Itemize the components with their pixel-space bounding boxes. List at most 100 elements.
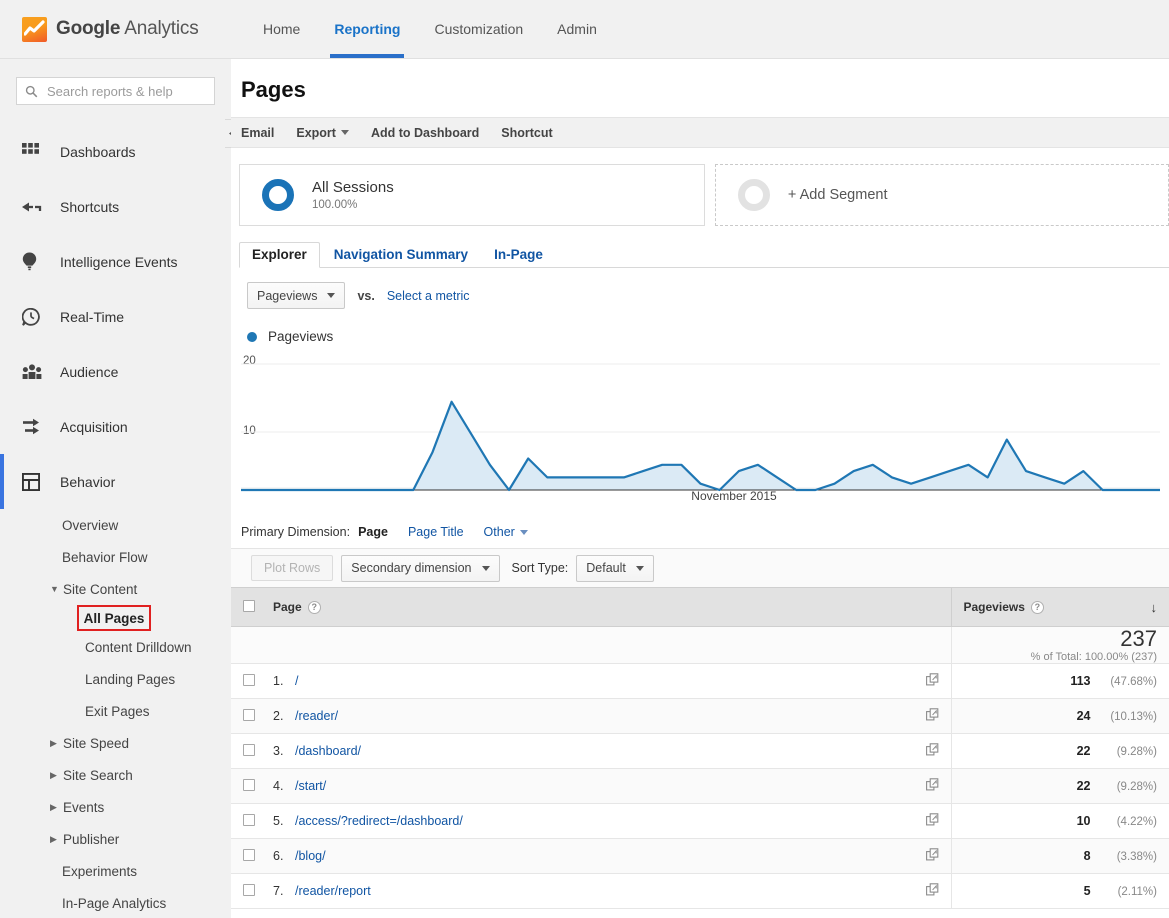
segment-name: All Sessions	[312, 179, 394, 196]
row-checkbox[interactable]	[243, 778, 255, 791]
app-shell: Dashboards Shortcuts	[0, 59, 1169, 918]
sidebar-subitem-label: Site Search	[63, 767, 133, 783]
sidebar-item-label: Behavior	[60, 473, 116, 490]
sidebar-item-exit-pages[interactable]: Exit Pages	[0, 695, 231, 727]
sidebar-subitem-label: In-Page Analytics	[62, 895, 167, 911]
brand-bold: Google	[56, 18, 121, 39]
sidebar-item-events[interactable]: ▶ Events	[0, 791, 231, 823]
table-row[interactable]: 6. /blog/ 8 (3.38%)	[231, 838, 1169, 875]
sidebar-item-overview[interactable]: Overview	[0, 509, 231, 541]
row-pageviews-percent: (47.68%)	[1110, 676, 1157, 689]
search-input[interactable]	[45, 82, 225, 100]
segment-all-sessions[interactable]: All Sessions 100.00%	[239, 164, 705, 226]
sidebar-item-content-drilldown[interactable]: Content Drilldown	[0, 631, 231, 663]
select-all-checkbox[interactable]	[243, 599, 255, 612]
column-header-pageviews[interactable]: Pageviews ? ↓	[950, 587, 1169, 627]
arrows-right-icon	[22, 418, 48, 435]
sidebar-item-publisher[interactable]: ▶ Publisher	[0, 823, 231, 855]
sidebar-item-site-speed[interactable]: ▶ Site Speed	[0, 727, 231, 759]
nav-reporting[interactable]: Reporting	[317, 0, 417, 58]
sidebar-item-dashboards[interactable]: Dashboards	[0, 124, 231, 179]
row-checkbox[interactable]	[243, 743, 255, 756]
row-page-link[interactable]: /reader/report	[295, 884, 371, 898]
tab-explorer[interactable]: Explorer	[239, 242, 320, 268]
help-icon[interactable]: ?	[307, 600, 321, 614]
pageviews-chart[interactable]: 20 10 November 2015	[231, 352, 1169, 507]
row-page-link[interactable]: /reader/	[295, 709, 338, 723]
open-in-new-window-icon[interactable]	[925, 813, 939, 829]
nav-home[interactable]: Home	[246, 0, 317, 58]
search-box[interactable]	[16, 77, 225, 105]
row-pageviews-value: 22	[1076, 744, 1091, 759]
brand-light: Analytics	[120, 18, 199, 39]
sidebar-item-experiments[interactable]: Experiments	[0, 855, 231, 887]
shortcut-button[interactable]: Shortcut	[501, 126, 552, 140]
open-in-new-window-icon[interactable]	[925, 848, 939, 864]
open-in-new-window-icon[interactable]	[925, 883, 939, 899]
sidebar-item-real-time[interactable]: Real-Time	[0, 289, 231, 344]
row-page-link[interactable]: /access/?redirect=/dashboard/	[295, 814, 463, 828]
open-in-new-window-icon[interactable]	[925, 673, 939, 689]
table-row[interactable]: 2. /reader/ 24 (10.13%)	[231, 698, 1169, 735]
secondary-dimension-select[interactable]: Secondary dimension	[341, 554, 500, 582]
sidebar-item-acquisition[interactable]: Acquisition	[0, 399, 231, 454]
sidebar-item-label: Shortcuts	[60, 198, 120, 215]
row-checkbox[interactable]	[243, 848, 255, 861]
nav-customization[interactable]: Customization	[417, 0, 540, 58]
row-checkbox-cell	[231, 733, 261, 770]
sidebar-item-behavior[interactable]: Behavior	[0, 454, 231, 509]
primary-metric-select[interactable]: Pageviews	[247, 282, 346, 309]
help-icon[interactable]: ?	[1030, 600, 1044, 614]
export-button[interactable]: Export	[296, 126, 349, 140]
column-header-page[interactable]: Page ?	[261, 587, 951, 627]
table-row[interactable]: 7. /reader/report 5 (2.11%)	[231, 873, 1169, 910]
row-checkbox[interactable]	[243, 673, 255, 686]
table-row[interactable]: 5. /access/?redirect=/dashboard/ 10 (4.2…	[231, 803, 1169, 840]
arrow-down-icon[interactable]: ↓	[1151, 600, 1158, 615]
chevron-down-icon	[340, 130, 349, 135]
primary-dimension-page[interactable]: Page	[358, 525, 388, 539]
report-tabs: Explorer Navigation Summary In-Page	[239, 242, 1169, 268]
open-in-new-window-icon[interactable]	[925, 743, 939, 759]
sidebar-subitem-label: Landing Pages	[85, 671, 176, 687]
tab-navigation-summary[interactable]: Navigation Summary	[322, 243, 480, 267]
add-segment-button[interactable]: + Add Segment	[714, 164, 1169, 226]
primary-dimension-page-title[interactable]: Page Title	[408, 525, 464, 539]
nav-admin[interactable]: Admin	[540, 0, 614, 58]
table-row[interactable]: 3. /dashboard/ 22 (9.28%)	[231, 733, 1169, 770]
add-to-dashboard-button[interactable]: Add to Dashboard	[371, 126, 479, 140]
sidebar-item-site-search[interactable]: ▶ Site Search	[0, 759, 231, 791]
page-title: Pages	[241, 77, 306, 102]
sidebar-item-audience[interactable]: Audience	[0, 344, 231, 399]
sidebar-item-landing-pages[interactable]: Landing Pages	[0, 663, 231, 695]
chevron-down-icon	[327, 293, 336, 298]
sidebar-collapse-button[interactable]	[225, 119, 231, 148]
tab-in-page[interactable]: In-Page	[482, 243, 555, 267]
triangle-down-icon: ▼	[50, 584, 59, 594]
chart-x-axis-label: November 2015	[691, 489, 777, 503]
plot-rows-button[interactable]: Plot Rows	[251, 555, 334, 581]
sidebar-item-behavior-flow[interactable]: Behavior Flow	[0, 541, 231, 573]
select-a-metric-link[interactable]: Select a metric	[387, 289, 470, 303]
table-row[interactable]: 1. / 113 (47.68%)	[231, 663, 1169, 700]
row-rank: 7.	[273, 884, 284, 899]
primary-dimension-other[interactable]: Other	[484, 525, 528, 539]
row-page-link[interactable]: /blog/	[295, 849, 326, 863]
open-in-new-window-icon[interactable]	[925, 708, 939, 724]
sidebar-item-intelligence-events[interactable]: Intelligence Events	[0, 234, 231, 289]
sidebar-item-all-pages[interactable]: All Pages	[77, 605, 151, 631]
row-page-link[interactable]: /dashboard/	[295, 744, 361, 758]
sidebar-item-site-content[interactable]: ▼ Site Content	[0, 573, 231, 605]
sort-type-select[interactable]: Default	[576, 554, 654, 582]
row-checkbox[interactable]	[243, 708, 255, 721]
table-row[interactable]: 4. /start/ 22 (9.28%)	[231, 768, 1169, 805]
row-checkbox[interactable]	[243, 813, 255, 826]
row-checkbox[interactable]	[243, 883, 255, 896]
sidebar-item-shortcuts[interactable]: Shortcuts	[0, 179, 231, 234]
summary-checkbox-cell	[231, 626, 261, 665]
row-page-link[interactable]: /	[295, 674, 298, 688]
open-in-new-window-icon[interactable]	[925, 778, 939, 794]
sidebar-item-in-page-analytics[interactable]: In-Page Analytics	[0, 887, 231, 918]
row-page-link[interactable]: /start/	[295, 779, 326, 793]
email-button[interactable]: Email	[241, 126, 274, 140]
